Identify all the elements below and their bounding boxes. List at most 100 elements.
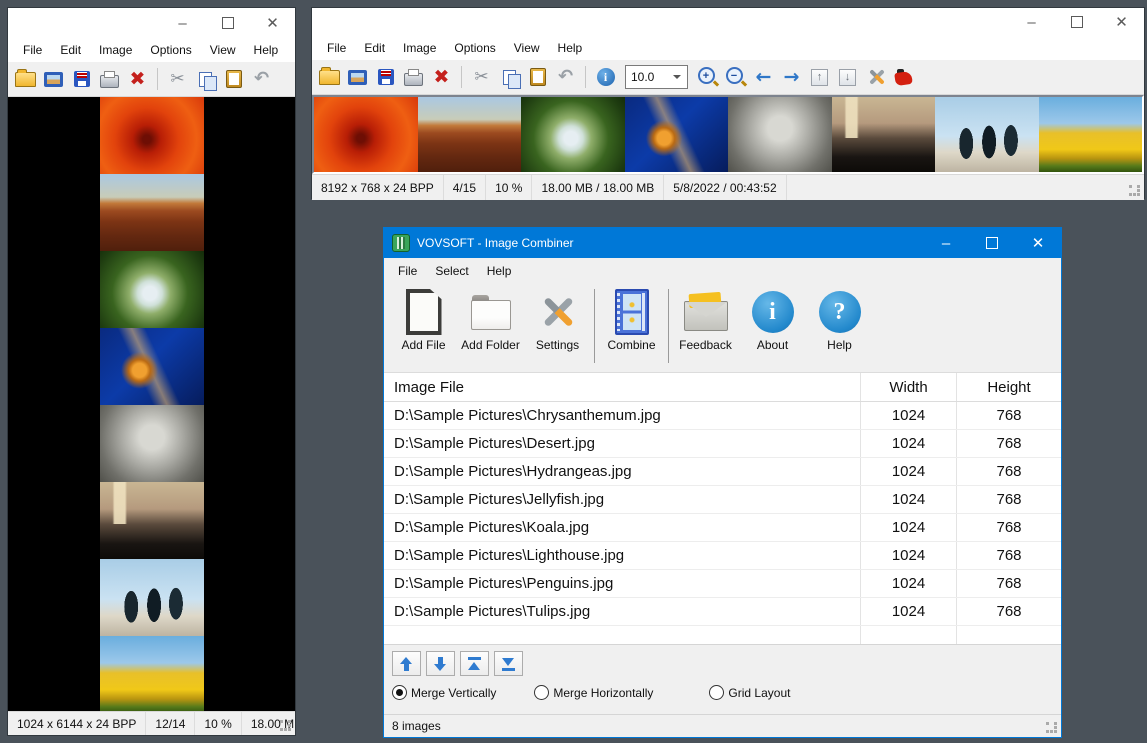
tools-icon[interactable] — [863, 65, 888, 89]
image-canvas[interactable] — [312, 95, 1144, 174]
radio-label: Grid Layout — [728, 686, 790, 700]
zoom-in-icon[interactable]: + — [695, 65, 720, 89]
undo-icon[interactable]: ↶ — [553, 65, 578, 89]
open-icon[interactable] — [317, 65, 342, 89]
column-header-height[interactable]: Height — [957, 373, 1061, 401]
cut-icon[interactable]: ✂ — [469, 65, 494, 89]
toolbar: ✖ ✂ ↶ — [8, 62, 295, 97]
menu-file[interactable]: File — [14, 40, 51, 60]
info-icon[interactable]: i — [593, 65, 618, 89]
move-up-button[interactable] — [392, 651, 421, 676]
delete-icon[interactable]: ✖ — [125, 67, 150, 91]
paste-icon[interactable] — [221, 67, 246, 91]
menu-file[interactable]: File — [389, 261, 426, 281]
radio-merge-horizontally[interactable]: Merge Horizontally — [534, 685, 653, 700]
next-image-icon[interactable]: → — [779, 65, 804, 89]
menu-options[interactable]: Options — [141, 40, 200, 60]
page-down-icon[interactable]: ↓ — [835, 65, 860, 89]
table-row[interactable]: D:\Sample Pictures\Jellyfish.jpg 1024 76… — [384, 486, 1061, 514]
thumbnail-tulips — [100, 636, 204, 711]
toolbar-separator — [461, 66, 462, 88]
menu-select[interactable]: Select — [426, 261, 477, 281]
zoom-out-icon[interactable]: − — [723, 65, 748, 89]
thumbnail-lighthouse — [832, 97, 936, 172]
table-row[interactable]: D:\Sample Pictures\Hydrangeas.jpg 1024 7… — [384, 458, 1061, 486]
minimize-button[interactable]: – — [1009, 8, 1054, 36]
move-to-top-button[interactable] — [460, 651, 489, 676]
table-row[interactable]: D:\Sample Pictures\Lighthouse.jpg 1024 7… — [384, 542, 1061, 570]
cut-icon[interactable]: ✂ — [165, 67, 190, 91]
maximize-button[interactable] — [205, 8, 250, 38]
minimize-button[interactable]: – — [160, 8, 205, 38]
delete-icon[interactable]: ✖ — [429, 65, 454, 89]
menu-help[interactable]: Help — [245, 40, 288, 60]
table-row[interactable]: D:\Sample Pictures\Desert.jpg 1024 768 — [384, 430, 1061, 458]
maximize-icon — [1071, 16, 1083, 28]
table-header-row[interactable]: Image File Width Height — [384, 373, 1061, 402]
status-index: 12/14 — [146, 712, 195, 735]
menu-view[interactable]: View — [201, 40, 245, 60]
minimize-button[interactable]: – — [923, 228, 969, 258]
image-strip-icon[interactable] — [41, 67, 66, 91]
copy-icon[interactable] — [193, 67, 218, 91]
menu-view[interactable]: View — [505, 38, 549, 58]
caption-controls: – ✕ — [923, 228, 1061, 258]
move-to-bottom-button[interactable] — [494, 651, 523, 676]
menu-help[interactable]: Help — [478, 261, 521, 281]
menu-edit[interactable]: Edit — [51, 40, 90, 60]
image-canvas[interactable] — [8, 97, 295, 711]
maximize-button[interactable] — [1054, 8, 1099, 36]
close-button[interactable]: ✕ — [250, 8, 295, 38]
settings-button[interactable]: Settings — [524, 288, 591, 352]
cell-width: 1024 — [861, 542, 957, 569]
menu-options[interactable]: Options — [445, 38, 504, 58]
resize-grip[interactable] — [1046, 722, 1058, 734]
print-icon[interactable] — [97, 67, 122, 91]
table-row[interactable]: D:\Sample Pictures\Chrysanthemum.jpg 102… — [384, 402, 1061, 430]
menu-edit[interactable]: Edit — [355, 38, 394, 58]
column-header-image-file[interactable]: Image File — [384, 373, 861, 401]
move-down-button[interactable] — [426, 651, 455, 676]
status-datetime: 5/8/2022 / 00:43:52 — [664, 175, 786, 200]
print-icon[interactable] — [401, 65, 426, 89]
exit-icon[interactable] — [891, 65, 916, 89]
prev-image-icon[interactable]: ← — [751, 65, 776, 89]
about-button[interactable]: i About — [739, 288, 806, 352]
column-header-width[interactable]: Width — [861, 373, 957, 401]
radio-grid-layout[interactable]: Grid Layout — [709, 685, 790, 700]
help-button[interactable]: ? Help — [806, 288, 873, 352]
menu-help[interactable]: Help — [549, 38, 592, 58]
table-row[interactable]: D:\Sample Pictures\Penguins.jpg 1024 768 — [384, 570, 1061, 598]
image-strip-icon[interactable] — [345, 65, 370, 89]
status-bar: 8192 x 768 x 24 BPP 4/15 10 % 18.00 MB /… — [312, 174, 1144, 200]
add-folder-button[interactable]: Add Folder — [457, 288, 524, 352]
resize-grip[interactable] — [1129, 185, 1141, 197]
menu-file[interactable]: File — [318, 38, 355, 58]
maximize-button[interactable] — [969, 228, 1015, 258]
radio-merge-vertically[interactable]: Merge Vertically — [392, 685, 496, 700]
title-bar[interactable]: – ✕ — [312, 8, 1144, 36]
close-button[interactable]: ✕ — [1015, 228, 1061, 258]
open-icon[interactable] — [13, 67, 38, 91]
save-icon[interactable] — [69, 67, 94, 91]
undo-icon[interactable]: ↶ — [249, 67, 274, 91]
save-icon[interactable] — [373, 65, 398, 89]
page-up-icon[interactable]: ↑ — [807, 65, 832, 89]
add-file-button[interactable]: Add File — [390, 288, 457, 352]
table-row[interactable]: D:\Sample Pictures\Tulips.jpg 1024 768 — [384, 598, 1061, 626]
menu-image[interactable]: Image — [90, 40, 141, 60]
thumbnail-hydrangeas — [100, 251, 204, 328]
close-button[interactable]: ✕ — [1099, 8, 1144, 36]
title-bar[interactable]: – ✕ — [8, 8, 295, 38]
paste-icon[interactable] — [525, 65, 550, 89]
title-bar[interactable]: VOVSOFT - Image Combiner – ✕ — [384, 228, 1061, 258]
zoom-select[interactable]: 10.0 — [625, 65, 688, 89]
feedback-button[interactable]: Feedback — [672, 288, 739, 352]
table-row[interactable]: D:\Sample Pictures\Koala.jpg 1024 768 — [384, 514, 1061, 542]
copy-icon[interactable] — [497, 65, 522, 89]
resize-grip[interactable] — [280, 720, 292, 732]
combine-button[interactable]: Combine — [598, 288, 665, 352]
thumbnail-chrysanthemum — [100, 97, 204, 174]
menu-image[interactable]: Image — [394, 38, 445, 58]
cell-path: D:\Sample Pictures\Lighthouse.jpg — [384, 542, 861, 569]
